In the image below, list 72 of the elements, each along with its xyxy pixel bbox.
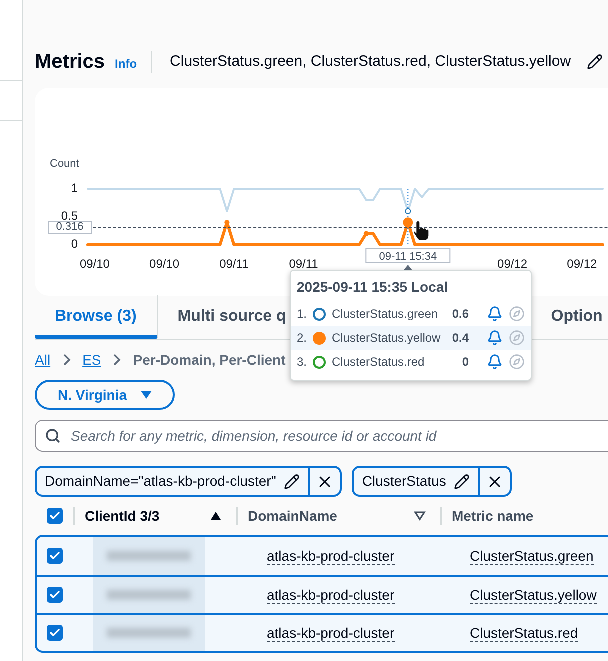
hand-cursor-icon	[413, 220, 430, 242]
checkbox[interactable]	[47, 625, 63, 641]
axis-label: 09/11	[220, 257, 249, 271]
check-icon	[49, 550, 61, 562]
alarm-icon[interactable]	[487, 354, 503, 370]
axis-label: 0.5	[61, 209, 78, 223]
series-value: 0	[461, 354, 469, 371]
region-selector[interactable]: N. Virginia	[35, 380, 175, 410]
table-cell-text: ClusterStatus.red	[470, 624, 578, 644]
axis-label: 09/10	[80, 257, 110, 271]
series-value: 0.4	[451, 330, 469, 347]
tooltip-row[interactable]: 1. ClusterStatus.green 0.6	[291, 302, 531, 326]
chevron-right-icon	[113, 354, 122, 366]
breadcrumb-link[interactable]: All	[35, 350, 51, 370]
edit-icon[interactable]	[454, 474, 470, 490]
check-icon	[49, 510, 61, 522]
value-label: 0.316	[48, 221, 92, 234]
chevron-right-icon	[62, 354, 71, 366]
axis-label: 0	[71, 237, 78, 251]
time-label: 09-11 15:34	[366, 248, 451, 264]
edit-icon[interactable]	[284, 474, 300, 490]
breadcrumb-link[interactable]: ES	[82, 350, 102, 370]
tooltip-row[interactable]: 3. ClusterStatus.red 0	[291, 350, 531, 374]
metric-list-title: ClusterStatus.green, ClusterStatus.red, ClusterStatus.yellow	[170, 52, 572, 72]
row-number: 2.	[297, 330, 308, 347]
caret-down-icon	[140, 391, 152, 399]
data-point	[364, 231, 369, 236]
table-cell-text: ClusterStatus.green	[470, 546, 594, 566]
filter-text: ClusterStatus	[361, 472, 448, 491]
series-value: 0.6	[451, 306, 469, 323]
info-link[interactable]: Info	[115, 54, 138, 72]
series-name: ClusterStatus.yellow	[332, 330, 441, 347]
search-icon	[45, 428, 61, 444]
row-number: 1.	[297, 306, 308, 323]
table-cell-text: atlas-kb-prod-cluster	[267, 546, 396, 566]
row-number: 3.	[297, 354, 308, 371]
axis-label: 09/10	[150, 257, 180, 271]
page-title: Metrics	[35, 50, 106, 75]
filter-text: DomainName="atlas-kb-prod-cluster"	[44, 472, 278, 491]
alarm-icon[interactable]	[487, 306, 503, 322]
axis-label: 09/12	[567, 257, 598, 271]
table-cell-text: atlas-kb-prod-cluster	[267, 624, 396, 644]
series-name: ClusterStatus.red	[332, 354, 425, 371]
checkbox[interactable]	[47, 587, 63, 603]
sort-ascending-icon[interactable]	[210, 511, 222, 521]
tooltip-row[interactable]: 2. ClusterStatus.yellow 0.4	[291, 326, 531, 350]
tab[interactable]: Multi source q	[158, 295, 290, 339]
column-header[interactable]: Metric name	[452, 506, 534, 526]
tooltip-title: 2025-09-11 15:35 Local	[296, 278, 449, 297]
checkbox[interactable]	[47, 508, 63, 524]
data-point	[224, 220, 230, 226]
table-cell-text: atlas-kb-prod-cluster	[267, 586, 396, 606]
search-field[interactable]: Search for any metric, dimension, resource id or account id	[35, 420, 608, 452]
axis-label: 1	[71, 181, 78, 195]
data-point	[403, 218, 414, 228]
check-icon	[49, 627, 61, 639]
column-header[interactable]: DomainName	[248, 506, 338, 526]
breadcrumb-current: Per-Domain, Per-Client	[133, 350, 286, 370]
column-header[interactable]: ClientId 3/3	[85, 506, 160, 526]
tab[interactable]: Browse (3)	[35, 295, 158, 339]
alarm-icon[interactable]	[487, 330, 503, 346]
axis-label: 09/12	[498, 257, 528, 271]
data-point	[405, 208, 412, 214]
table-cell-text: ClusterStatus.yellow	[470, 586, 597, 606]
axis-label: 09/11	[289, 257, 318, 271]
check-icon	[49, 589, 61, 601]
checkbox[interactable]	[47, 548, 63, 564]
edit-icon[interactable]	[587, 54, 604, 70]
tab[interactable]: Option	[531, 295, 608, 339]
axis-title: Count	[50, 158, 80, 170]
series-name: ClusterStatus.green	[332, 306, 438, 323]
sort-icon[interactable]	[414, 511, 426, 521]
